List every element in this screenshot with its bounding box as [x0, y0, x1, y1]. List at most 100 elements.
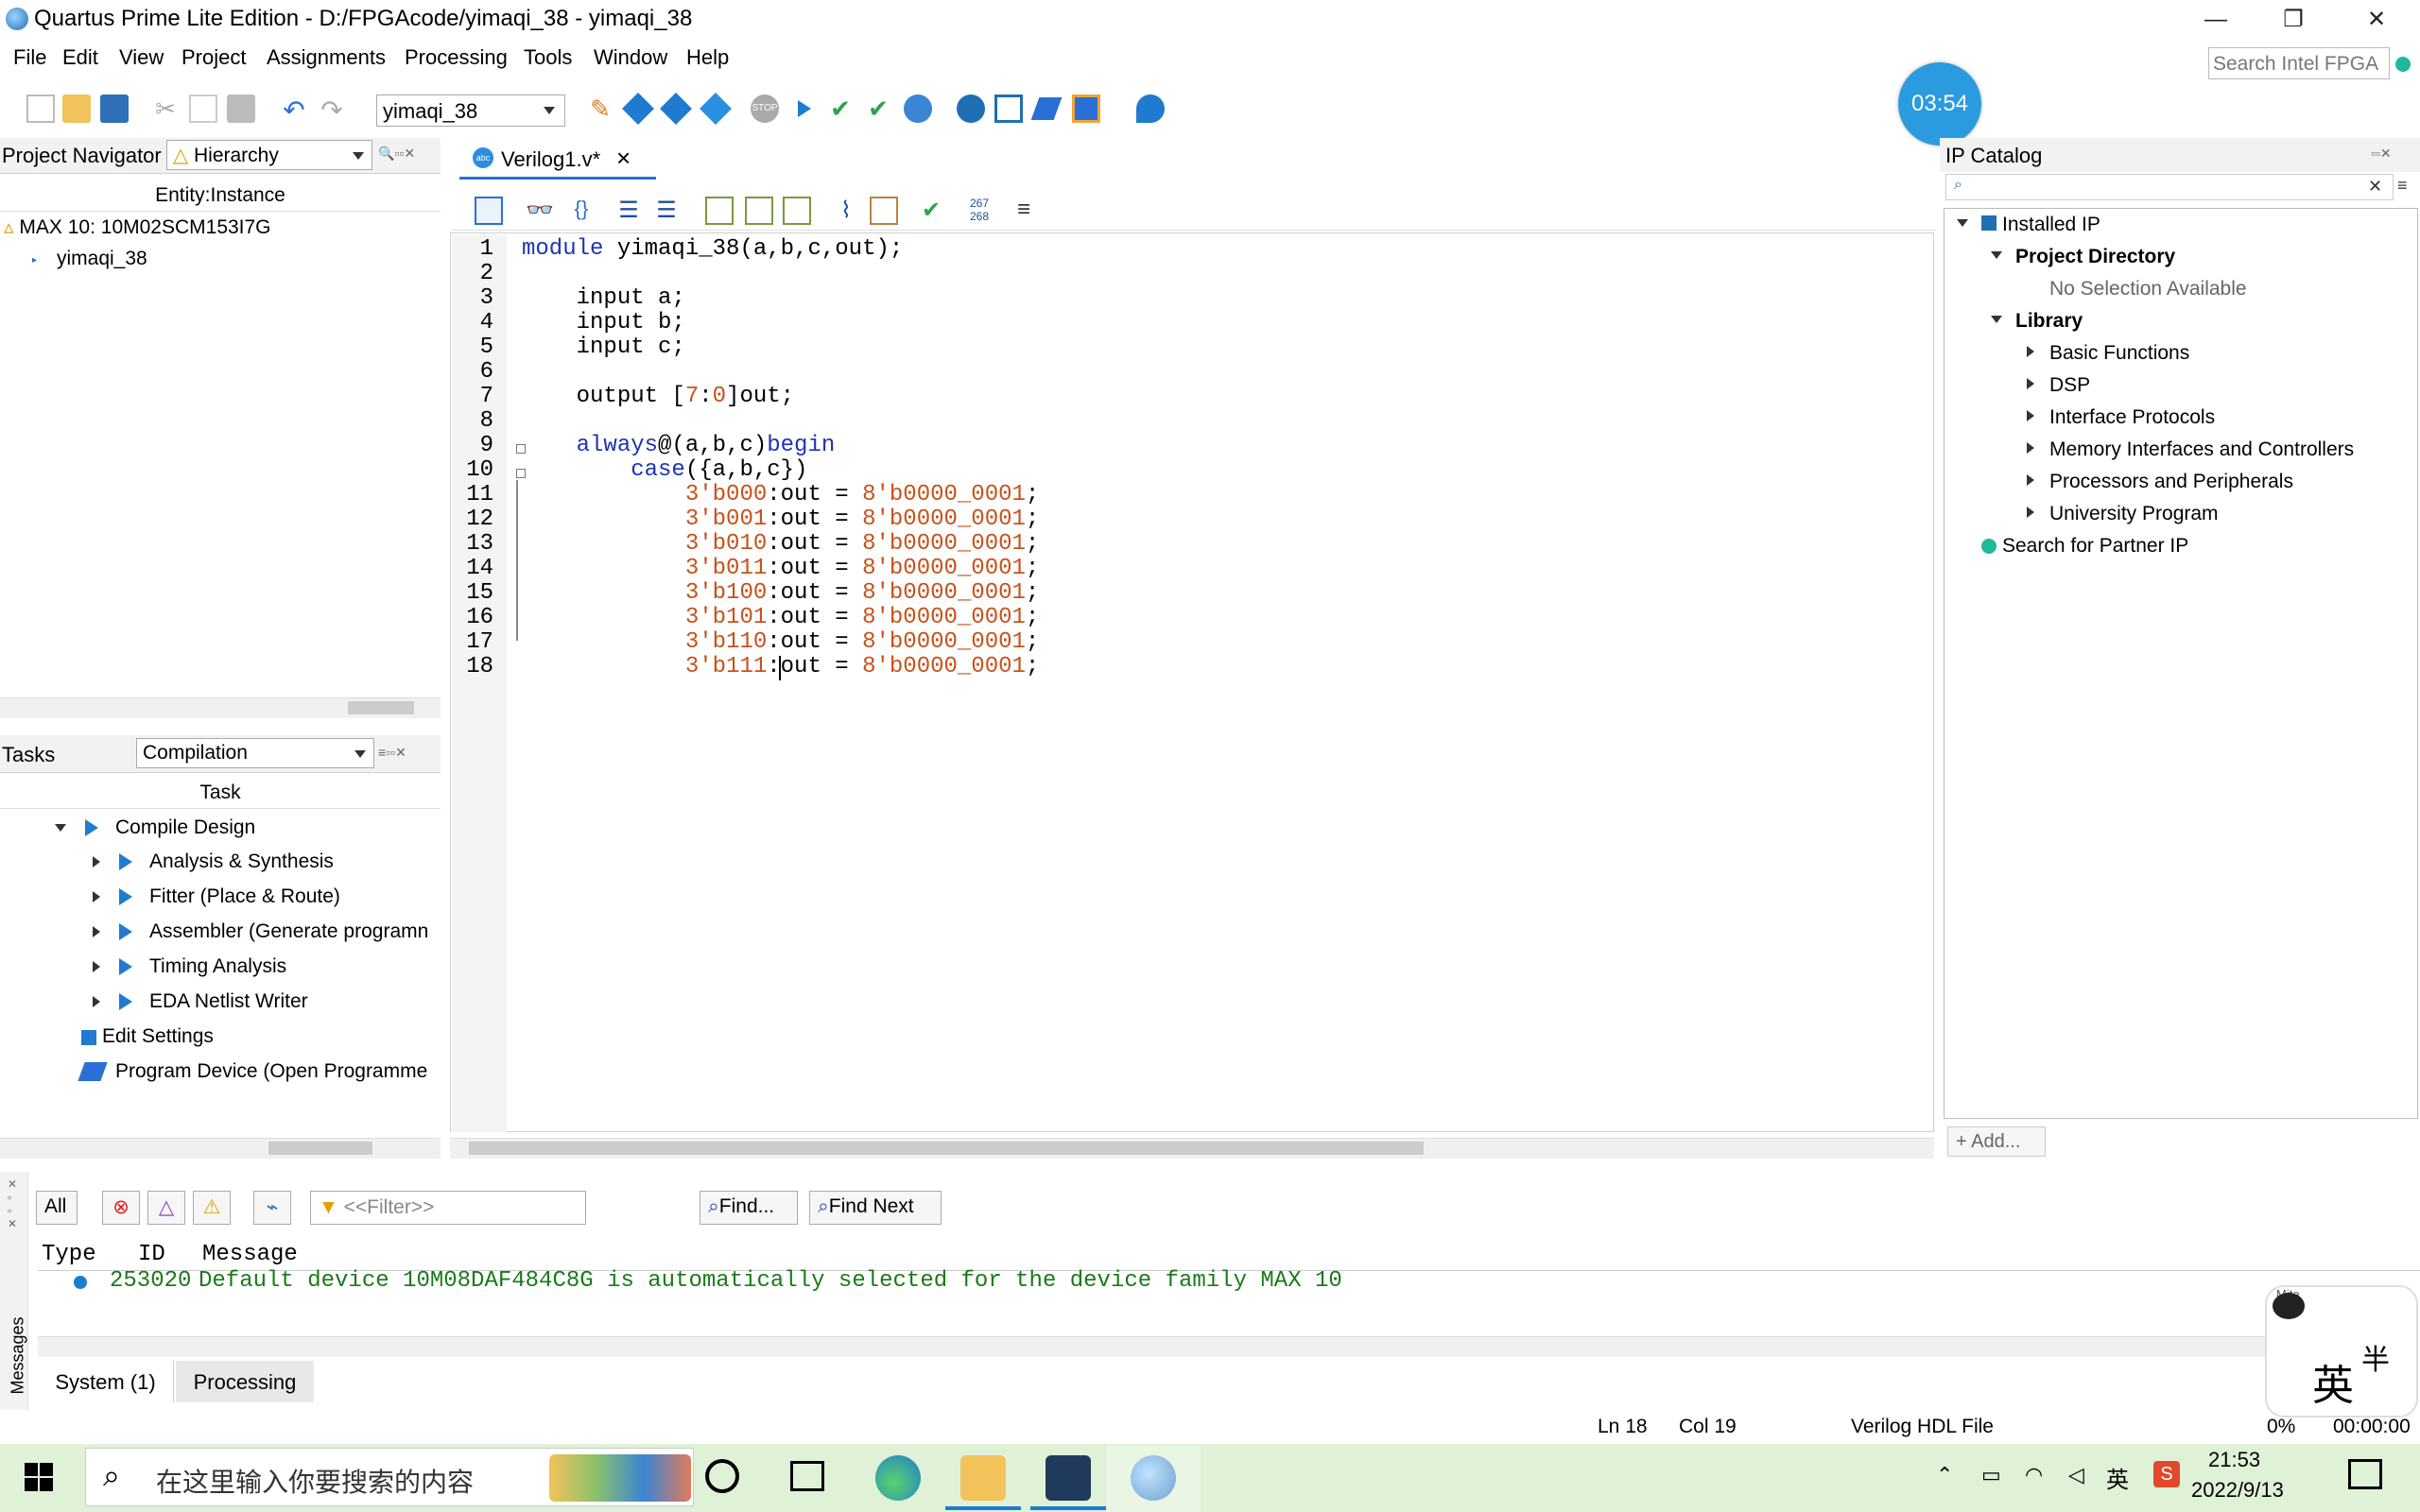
attach-icon[interactable]: ⌇	[832, 197, 860, 225]
template-icon[interactable]	[870, 197, 898, 225]
expand-icon[interactable]	[93, 926, 100, 937]
expand-icon[interactable]	[2027, 378, 2034, 389]
messages-scrollbar[interactable]	[38, 1336, 2382, 1357]
task-view-icon[interactable]	[790, 1461, 824, 1491]
play-icon[interactable]	[119, 923, 132, 940]
task-column-header[interactable]: Task	[0, 777, 441, 809]
ime-mascot-widget[interactable]: Mite 英 半	[2265, 1285, 2418, 1418]
tab-processing[interactable]: Processing	[176, 1361, 314, 1402]
device-node[interactable]: ▵ MAX 10: 10M02SCM153I7G	[4, 215, 271, 239]
open-folder-icon[interactable]	[62, 94, 91, 123]
taskbar-search-box[interactable]: ⌕ 在这里输入你要搜索的内容	[85, 1448, 694, 1506]
menu-help[interactable]: Help	[686, 45, 729, 70]
find-binoculars-icon[interactable]: 👓	[526, 197, 554, 225]
find-next-button[interactable]: ⌕Find Next	[809, 1191, 942, 1225]
column-type[interactable]: Type	[42, 1242, 96, 1267]
play-icon[interactable]	[85, 819, 98, 836]
filter-warnings-button[interactable]: ⚠	[193, 1191, 231, 1225]
filter-errors-button[interactable]: ⊗	[102, 1191, 140, 1225]
expand-icon[interactable]	[2027, 442, 2034, 454]
scroll-thumb[interactable]	[469, 1142, 1424, 1155]
brace-icon[interactable]: {}	[567, 197, 596, 225]
menu-window[interactable]: Window	[594, 45, 667, 70]
lib-memory-interfaces[interactable]: Memory Interfaces and Controllers	[2049, 438, 2354, 461]
task-eda-netlist-writer[interactable]: EDA Netlist Writer	[149, 990, 308, 1013]
navigator-view-select[interactable]: △ Hierarchy	[166, 140, 372, 170]
task-edit-settings[interactable]: Edit Settings	[102, 1025, 214, 1048]
close-window-button[interactable]: ✕	[2339, 0, 2414, 40]
task-analysis-synthesis[interactable]: Analysis & Synthesis	[149, 850, 334, 873]
project-directory-node[interactable]: Project Directory	[2015, 246, 2175, 268]
filter-critical-warnings-button[interactable]: △	[147, 1191, 185, 1225]
copy-icon[interactable]	[189, 94, 217, 123]
tasks-scrollbar[interactable]	[0, 1138, 441, 1159]
task-program-device[interactable]: Program Device (Open Programme	[115, 1060, 441, 1083]
minimize-button[interactable]: —	[2178, 0, 2254, 40]
ip-search-input[interactable]: ⌕ ✕	[1945, 174, 2394, 200]
save-icon[interactable]	[100, 94, 129, 123]
search-partner-ip[interactable]: Search for Partner IP	[2002, 535, 2188, 558]
sogou-icon[interactable]: S	[2153, 1461, 2180, 1487]
task-compile-design[interactable]: Compile Design	[115, 816, 255, 839]
menu-processing[interactable]: Processing	[405, 45, 508, 70]
chip-planner-icon[interactable]	[1072, 94, 1100, 123]
clear-icon[interactable]: ✕	[2368, 177, 2382, 197]
top-entity-node[interactable]: ▸ yimaqi_38	[32, 248, 147, 270]
play-icon[interactable]	[119, 888, 132, 905]
expand-icon[interactable]	[2027, 346, 2034, 357]
next-bookmark-icon[interactable]	[745, 197, 773, 225]
panel-controls-icon[interactable]: ▫▫✕	[2371, 146, 2392, 162]
menu-tools[interactable]: Tools	[524, 45, 572, 70]
check-icon[interactable]: ✔	[917, 197, 945, 225]
analysis-icon[interactable]: ✔	[826, 94, 855, 123]
start-compilation-icon[interactable]	[790, 94, 819, 123]
volume-icon[interactable]: ◁	[2068, 1463, 2084, 1487]
cut-icon[interactable]: ✂	[151, 94, 180, 123]
menu-view[interactable]: View	[119, 45, 164, 70]
expand-icon[interactable]	[55, 824, 66, 832]
message-filter-input[interactable]: ▼ <<Filter>>	[310, 1191, 586, 1225]
redo-icon[interactable]: ↷	[318, 94, 346, 125]
menu-file[interactable]: File	[13, 45, 46, 70]
tasks-flow-select[interactable]: Compilation	[136, 738, 374, 768]
play-icon[interactable]	[119, 993, 132, 1010]
help-chat-icon[interactable]	[1136, 94, 1165, 123]
task-fitter[interactable]: Fitter (Place & Route)	[149, 885, 340, 908]
wrap-icon[interactable]: ≡	[1010, 197, 1038, 225]
panel-controls-icon[interactable]: 🔍▫▫✕	[378, 146, 415, 162]
timing-analyzer-icon[interactable]	[904, 94, 932, 123]
ip-options-icon[interactable]: ≡	[2397, 176, 2408, 196]
unindent-icon[interactable]: ☰	[652, 197, 681, 225]
lib-university-program[interactable]: University Program	[2049, 503, 2219, 525]
revision-select[interactable]: yimaqi_38	[376, 94, 565, 127]
netlist-viewer-icon[interactable]	[957, 94, 985, 123]
cortana-icon[interactable]	[705, 1459, 739, 1493]
expand-icon[interactable]	[93, 891, 100, 902]
entity-column-header[interactable]: Entity:Instance	[0, 181, 441, 212]
line-numbers-icon[interactable]: 267 268	[970, 197, 989, 223]
search-intel-fpga-input[interactable]: Search Intel FPGA	[2208, 47, 2390, 79]
clock-time[interactable]: 21:53	[2208, 1448, 2260, 1472]
tab-verilog1[interactable]: abc Verilog1.v* ×	[459, 138, 656, 180]
file-explorer-icon[interactable]	[960, 1455, 1006, 1501]
new-file-icon[interactable]	[26, 94, 55, 123]
navigator-scrollbar[interactable]	[0, 697, 441, 718]
block-diagram-icon[interactable]	[475, 197, 503, 225]
vscode-icon[interactable]	[1046, 1455, 1091, 1501]
undo-icon[interactable]: ↶	[280, 94, 308, 125]
expand-icon[interactable]	[1957, 219, 1968, 227]
code-editor[interactable]	[450, 232, 1934, 1132]
tab-close-icon[interactable]: ×	[616, 144, 631, 173]
library-node[interactable]: Library	[2015, 310, 2083, 333]
restore-button[interactable]: ❐	[2256, 0, 2331, 40]
menu-assignments[interactable]: Assignments	[267, 45, 386, 70]
filter-suppressed-button[interactable]: ⌁	[253, 1191, 291, 1225]
column-message[interactable]: Message	[202, 1242, 298, 1267]
ime-indicator[interactable]: 英	[2106, 1461, 2129, 1494]
task-assembler[interactable]: Assembler (Generate programn	[149, 920, 441, 943]
column-id[interactable]: ID	[138, 1242, 165, 1267]
expand-icon[interactable]	[93, 856, 100, 868]
add-ip-button[interactable]: + Add...	[1947, 1126, 2046, 1157]
play-icon[interactable]	[119, 853, 132, 870]
edge-browser-icon[interactable]	[875, 1455, 921, 1501]
